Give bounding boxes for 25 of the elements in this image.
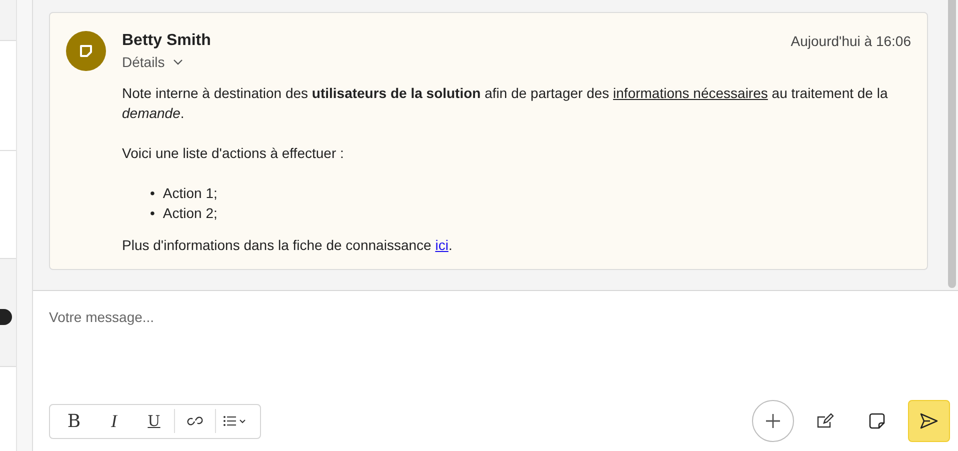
underline-button[interactable]: U (134, 404, 174, 438)
details-toggle[interactable]: Détails (122, 54, 183, 70)
text-link[interactable]: informations nécessaires (613, 85, 768, 101)
bold-button[interactable]: B (54, 404, 94, 438)
message-field[interactable]: Votre message... (49, 308, 649, 326)
send-icon (920, 413, 938, 429)
timestamp: Aujourd'hui à 16:06 (790, 32, 911, 49)
pencil-square-icon (816, 413, 834, 429)
list-item: Action 1; (162, 184, 218, 203)
author-name: Betty Smith (122, 32, 212, 50)
message-paragraph: Note interne à destination des utilisateurs de la solution afin de partager des informations nécessaires au traitement de la demande. (122, 84, 889, 123)
scrollbar[interactable] (948, 0, 956, 288)
italic-button[interactable]: I (94, 404, 134, 438)
text-link[interactable]: ici (435, 237, 448, 253)
link-icon (186, 415, 204, 427)
note-icon (79, 44, 93, 58)
list-item: Action 2; (162, 204, 218, 223)
bullet-marker: • (150, 184, 155, 203)
bullet-marker: • (150, 204, 155, 223)
sticky-note-icon (869, 413, 885, 429)
chevron-down-icon (172, 59, 183, 65)
send-button[interactable] (908, 400, 950, 442)
message-paragraph: Plus d'informations dans la fiche de connaissance ici. (122, 236, 454, 255)
message-paragraph: Voici une liste d'actions à effectuer : (122, 144, 345, 163)
plus-icon (766, 414, 780, 428)
